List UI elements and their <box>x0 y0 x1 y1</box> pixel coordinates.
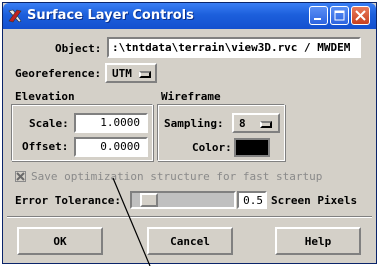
georeference-value: UTM <box>112 67 132 80</box>
error-tolerance-value-field[interactable]: 0.5 <box>237 191 267 209</box>
scale-value: 1.0000 <box>100 116 140 129</box>
elevation-title: Elevation <box>15 90 75 103</box>
offset-value: 0.0000 <box>100 140 140 153</box>
error-tolerance-slider[interactable] <box>130 191 236 209</box>
error-tolerance-unit: Screen Pixels <box>271 194 358 207</box>
offset-label: Offset: <box>22 140 69 153</box>
sampling-menu[interactable]: 8 <box>232 113 280 133</box>
close-button[interactable] <box>351 6 370 25</box>
optimization-checkbox[interactable] <box>15 171 27 183</box>
sampling-value: 8 <box>239 117 246 130</box>
object-label: Object: <box>55 42 102 55</box>
maximize-icon <box>334 10 345 21</box>
help-button[interactable]: Help <box>275 227 361 255</box>
minimize-icon <box>314 18 321 20</box>
button-separator <box>7 216 372 218</box>
help-label: Help <box>304 235 332 248</box>
optimization-label: Save optimization structure for fast sta… <box>31 170 323 183</box>
ok-button[interactable]: OK <box>17 227 103 255</box>
sampling-label: Sampling: <box>164 117 224 130</box>
color-label: Color: <box>192 141 232 154</box>
close-icon <box>355 10 366 21</box>
scale-input[interactable]: 1.0000 <box>74 113 148 133</box>
error-tolerance-label: Error Tolerance: <box>15 194 121 207</box>
cancel-label: Cancel <box>170 235 210 248</box>
object-field[interactable]: :\tntdata\terrain\view3D.rvc / MWDEM <box>107 37 361 58</box>
option-menu-icon <box>139 71 151 78</box>
scale-label: Scale: <box>29 117 69 130</box>
georeference-label: Georeference: <box>15 67 102 80</box>
georeference-menu[interactable]: UTM <box>105 63 157 83</box>
checkbox-checked-icon <box>15 171 26 182</box>
surface-layer-controls-window: Surface Layer Controls Object: :\tntdata… <box>2 2 377 264</box>
wireframe-group: Sampling: 8 Color: <box>157 104 285 161</box>
title-bar[interactable]: Surface Layer Controls <box>3 3 376 29</box>
wireframe-title: Wireframe <box>161 90 221 103</box>
ok-label: OK <box>53 235 67 248</box>
wireframe-color-swatch[interactable] <box>234 138 270 157</box>
object-path-text: :\tntdata\terrain\view3D.rvc / MWDEM <box>112 41 351 54</box>
window-title: Surface Layer Controls <box>27 8 194 23</box>
offset-input[interactable]: 0.0000 <box>74 137 148 157</box>
error-tolerance-value: 0.5 <box>243 194 263 207</box>
maximize-button[interactable] <box>330 6 349 25</box>
minimize-button[interactable] <box>309 6 328 25</box>
elevation-group: Scale: 1.0000 Offset: 0.0000 <box>11 104 153 161</box>
option-menu-icon <box>260 121 272 128</box>
slider-thumb[interactable] <box>140 193 158 207</box>
cancel-button[interactable]: Cancel <box>147 227 233 255</box>
tnt-app-icon <box>8 9 22 23</box>
